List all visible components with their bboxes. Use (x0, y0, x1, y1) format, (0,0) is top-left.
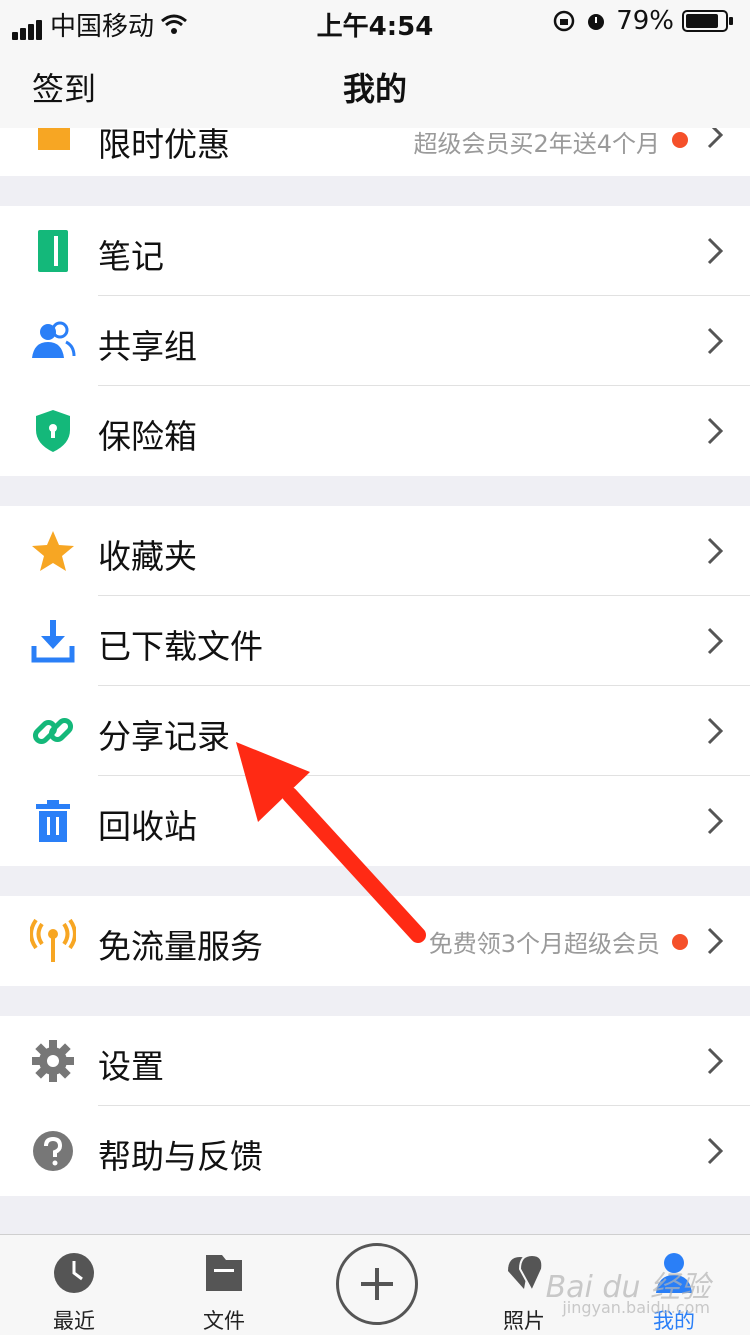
tab-files[interactable]: 文件 (174, 1235, 274, 1335)
tab-files-label: 文件 (203, 1309, 245, 1333)
folder-icon (206, 1255, 242, 1291)
tab-recent[interactable]: 最近 (24, 1235, 124, 1335)
photos-icon (508, 1253, 544, 1294)
add-button[interactable] (336, 1243, 418, 1325)
watermark-url: jingyan.baidu.com (562, 1298, 710, 1317)
clock-icon (54, 1253, 94, 1293)
annotation-arrow (236, 742, 426, 943)
tab-recent-label: 最近 (53, 1309, 95, 1333)
plus-icon (361, 1268, 393, 1300)
tab-photos-label: 照片 (503, 1309, 545, 1333)
